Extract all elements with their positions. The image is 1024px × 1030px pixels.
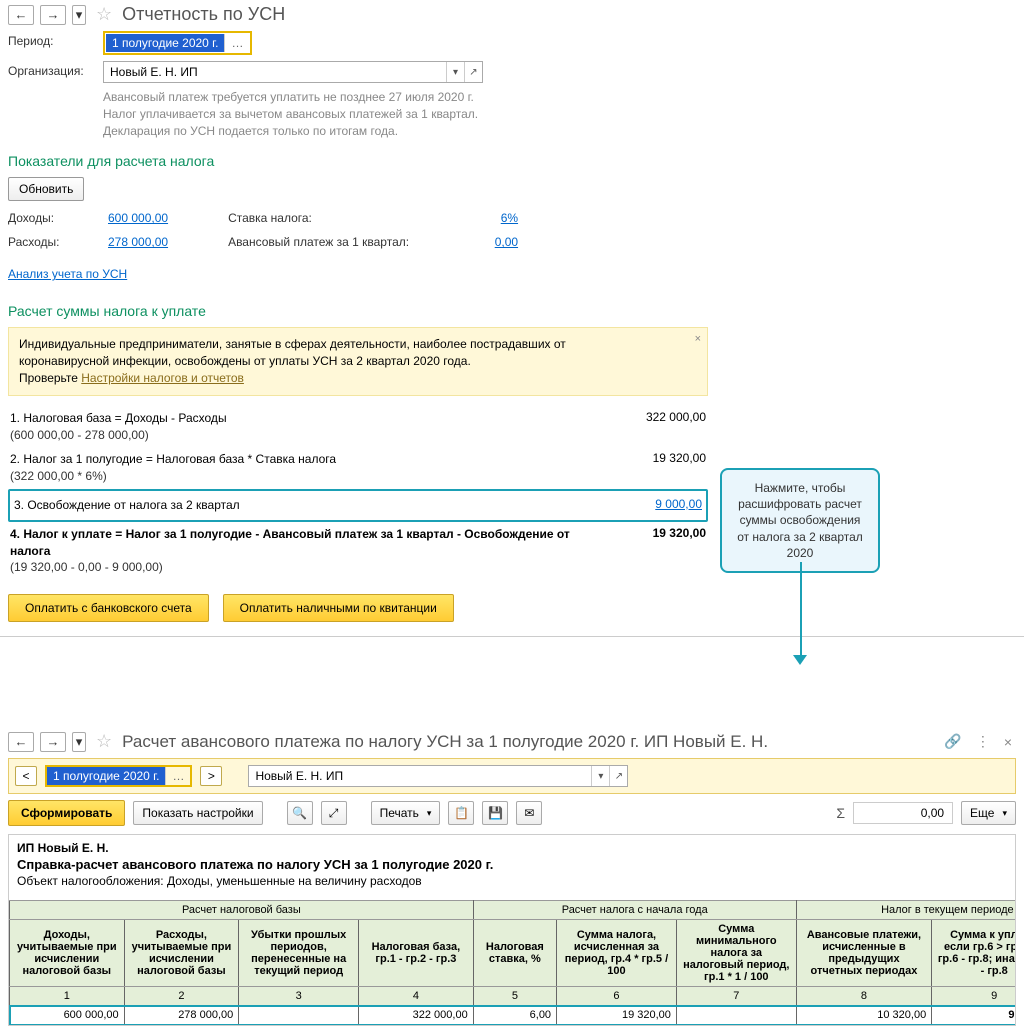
refresh-button[interactable]: Обновить [8, 177, 84, 201]
expense-label: Расходы: [8, 235, 108, 249]
callout-tooltip: Нажмите, чтобы расшифровать расчет суммы… [720, 468, 880, 573]
sigma-label: Σ [836, 805, 845, 821]
income-label: Доходы: [8, 211, 108, 225]
org-dropdown-2[interactable]: ▾ [591, 766, 609, 786]
favorite-icon[interactable]: ☆ [96, 4, 112, 25]
calc-row-2: 2. Налог за 1 полугодие = Налоговая база… [10, 451, 626, 485]
top-toolbar: ← → ▾ ☆ Отчетность по УСН [8, 4, 1016, 25]
show-settings-button[interactable]: Показать настройки [133, 801, 262, 825]
rep-object: Объект налогообложения: Доходы, уменьшен… [17, 874, 1007, 888]
print-button[interactable]: Печать▾ [371, 801, 441, 825]
exemption-link[interactable]: 9 000,00 [655, 497, 702, 511]
rate-link[interactable]: 6% [448, 211, 518, 225]
period-input-2[interactable]: 1 полугодие 2020 г. … [45, 765, 192, 787]
email-icon[interactable]: ✉ [516, 801, 542, 825]
period-picker-2[interactable]: … [165, 767, 190, 785]
back-button-2[interactable]: ← [8, 732, 34, 752]
section-calc: Расчет суммы налога к уплате [8, 303, 1016, 319]
analysis-link[interactable]: Анализ учета по УСН [8, 267, 127, 281]
rep-heading: Справка-расчет авансового платежа по нал… [17, 857, 1007, 872]
advance-link[interactable]: 0,00 [448, 235, 518, 249]
period-next[interactable]: > [200, 766, 222, 786]
callout-arrowhead [793, 655, 807, 665]
calc-row-1: 1. Налоговая база = Доходы - Расходы (60… [10, 410, 626, 444]
advance-label: Авансовый платеж за 1 квартал: [228, 235, 448, 249]
nav-dropdown[interactable]: ▾ [72, 5, 86, 25]
org-input[interactable]: Новый Е. Н. ИП [104, 62, 446, 82]
register-icon[interactable]: 📋 [448, 801, 474, 825]
favorite-icon-2[interactable]: ☆ [96, 731, 112, 752]
save-icon[interactable]: 💾 [482, 801, 508, 825]
period-input[interactable]: 1 полугодие 2020 г. … [103, 31, 252, 55]
generate-button[interactable]: Сформировать [8, 800, 125, 826]
page-title: Отчетность по УСН [122, 4, 285, 25]
close-icon[interactable]: × [1000, 734, 1016, 750]
table-row[interactable]: 600 000,00 278 000,00 322 000,00 6,00 19… [10, 1006, 1017, 1025]
report-title: Расчет авансового платежа по налогу УСН … [122, 732, 934, 752]
notice-close[interactable]: × [695, 332, 701, 347]
callout-arrow [800, 562, 802, 656]
link-icon[interactable]: 🔗 [940, 733, 965, 750]
more-icon[interactable]: ⋮ [972, 733, 994, 750]
rep-ip: ИП Новый Е. Н. [17, 841, 1007, 855]
report-table: Расчет налоговой базы Расчет налога с на… [9, 900, 1016, 1025]
back-button[interactable]: ← [8, 5, 34, 25]
calc-row-3: 3. Освобождение от налога за 2 квартал [14, 497, 622, 514]
calc-row-4: 4. Налог к уплате = Налог за 1 полугодие… [10, 526, 626, 576]
notice-box: Индивидуальные предприниматели, занятые … [8, 327, 708, 395]
report-params-bar: < 1 полугодие 2020 г. … > Новый Е. Н. ИП… [8, 758, 1016, 794]
period-prev[interactable]: < [15, 766, 37, 786]
section-indicators: Показатели для расчета налога [8, 153, 1016, 169]
forward-button-2[interactable]: → [40, 732, 66, 752]
sum-display: 0,00 [853, 802, 953, 824]
forward-button[interactable]: → [40, 5, 66, 25]
org-label: Организация: [8, 61, 103, 78]
rate-label: Ставка налога: [228, 211, 448, 225]
org-open[interactable]: ↗ [464, 62, 482, 82]
search-icon[interactable]: 🔍 [287, 801, 313, 825]
org-input-2[interactable]: Новый Е. Н. ИП [249, 766, 591, 786]
pay-bank-button[interactable]: Оплатить с банковского счета [8, 594, 209, 622]
more-button[interactable]: Еще▾ [961, 801, 1016, 825]
notice-settings-link[interactable]: Настройки налогов и отчетов [81, 371, 244, 385]
nav-dropdown-2[interactable]: ▾ [72, 732, 86, 752]
org-dropdown[interactable]: ▾ [446, 62, 464, 82]
pay-cash-button[interactable]: Оплатить наличными по квитанции [223, 594, 454, 622]
info-text: Авансовый платеж требуется уплатить не п… [103, 89, 1016, 139]
expense-link[interactable]: 278 000,00 [108, 235, 168, 249]
period-label: Период: [8, 31, 103, 48]
expand-icon[interactable]: ⤢ [321, 801, 347, 825]
income-link[interactable]: 600 000,00 [108, 211, 168, 225]
period-picker[interactable]: … [224, 34, 249, 52]
org-open-2[interactable]: ↗ [609, 766, 627, 786]
